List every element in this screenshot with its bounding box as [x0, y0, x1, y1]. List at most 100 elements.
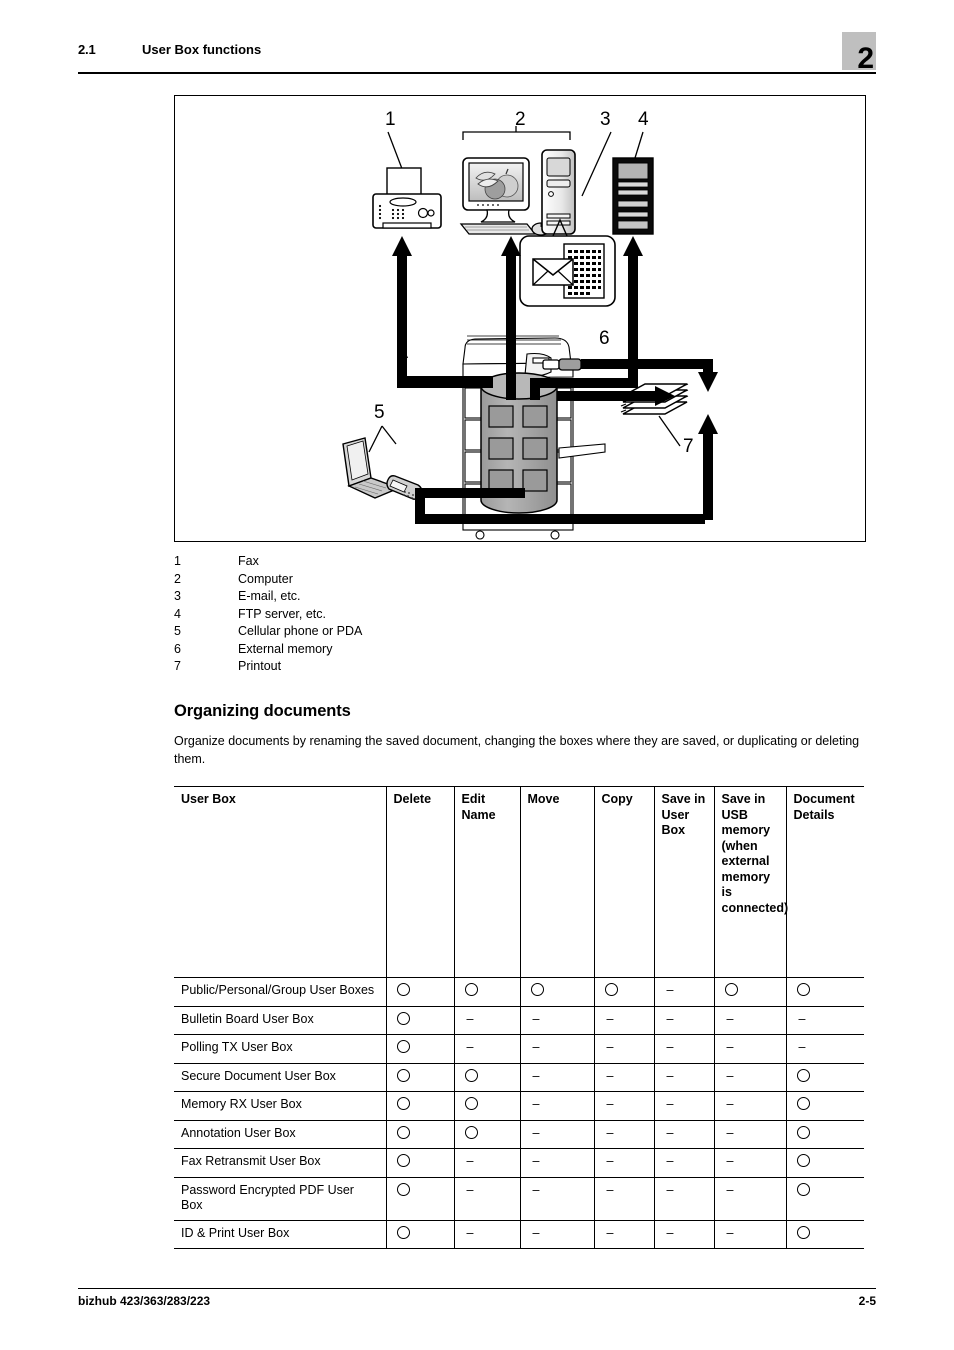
table-cell-mark: –	[653, 1176, 714, 1221]
table-cell-mark	[385, 977, 454, 1007]
table-cell-mark	[519, 977, 594, 1007]
table-cell-mark: –	[453, 1176, 520, 1221]
callout-number-6: 6	[599, 328, 610, 349]
not-supported-dash-icon: –	[532, 1097, 540, 1111]
table-cell-mark: –	[593, 1219, 654, 1249]
supported-circle-icon	[796, 1154, 810, 1167]
not-supported-dash-icon: –	[606, 1182, 614, 1197]
table-cell-mark	[713, 977, 786, 1007]
table-cell-mark: –	[713, 1005, 786, 1035]
table-cell-mark	[385, 1119, 454, 1149]
supported-circle-icon	[464, 1125, 478, 1139]
not-supported-dash-icon: –	[726, 1040, 734, 1054]
not-supported-dash-icon: –	[466, 1011, 474, 1026]
table-cell-mark	[385, 1005, 454, 1035]
table-cell-mark	[453, 1062, 520, 1092]
table-row: Fax Retransmit User Box – – – – –	[174, 1148, 864, 1178]
legend-item: 6 External memory	[174, 642, 674, 660]
callout-number-4: 4	[638, 109, 649, 130]
supported-circle-icon	[724, 983, 738, 996]
table-cell-mark: –	[453, 1219, 520, 1249]
table-cell-mark: –	[519, 1148, 594, 1178]
legend-label: Printout	[238, 659, 282, 673]
fax-machine-icon	[372, 167, 442, 229]
table-row: Polling TX User Box – – – – – –	[174, 1034, 864, 1064]
table-cell-mark: –	[713, 1062, 786, 1092]
not-supported-dash-icon: –	[466, 1154, 474, 1168]
not-supported-dash-icon: –	[532, 1154, 540, 1168]
table-cell-mark: –	[785, 1034, 864, 1064]
supported-circle-icon	[796, 1182, 810, 1196]
supported-circle-icon	[396, 1068, 410, 1082]
table-cell-mark: –	[519, 1062, 594, 1092]
table-cell-mark: –	[519, 1091, 594, 1121]
column-header-save-in-user-box: Save in User Box	[653, 786, 714, 978]
not-supported-dash-icon: –	[666, 1125, 674, 1140]
supported-circle-icon	[796, 1125, 810, 1139]
table-header-row: User Box Delete Edit Name Move Copy Save…	[174, 786, 864, 978]
page-footer: bizhub 423/363/283/223 2-5	[78, 1288, 876, 1318]
table-cell-mark	[593, 977, 654, 1007]
not-supported-dash-icon: –	[532, 1011, 540, 1026]
column-header-edit-name: Edit Name	[453, 786, 520, 978]
table-cell-mark: –	[519, 1005, 594, 1035]
not-supported-dash-icon: –	[726, 1125, 734, 1140]
supported-circle-icon	[796, 1068, 810, 1082]
supported-circle-icon	[396, 1225, 410, 1239]
table-cell-mark: –	[453, 1005, 520, 1035]
leader-4	[634, 131, 644, 159]
chapter-tab: 2	[842, 32, 876, 74]
supported-circle-icon	[396, 1097, 410, 1110]
not-supported-dash-icon: –	[606, 1125, 614, 1140]
supported-circle-icon	[530, 983, 544, 996]
supported-circle-icon	[396, 983, 410, 996]
legend-label: Fax	[238, 554, 259, 568]
table-row: Secure Document User Box – – – –	[174, 1062, 864, 1092]
not-supported-dash-icon: –	[532, 1068, 540, 1083]
legend-number: 6	[174, 641, 181, 656]
not-supported-dash-icon: –	[532, 1182, 540, 1197]
not-supported-dash-icon: –	[726, 1154, 734, 1168]
not-supported-dash-icon: –	[666, 1068, 674, 1083]
table-row: Public/Personal/Group User Boxes –	[174, 977, 864, 1007]
usb-memory-icon	[542, 358, 582, 371]
not-supported-dash-icon: –	[606, 1225, 614, 1240]
chapter-tab-number: 2	[857, 42, 874, 75]
column-header-save-in-usb-memory: Save in USB memory (when external memory…	[713, 786, 788, 978]
table-cell-mark: –	[653, 1005, 714, 1035]
table-cell-mark: –	[713, 1219, 786, 1249]
not-supported-dash-icon: –	[726, 1097, 734, 1111]
legend-label: Computer	[238, 571, 293, 586]
table-cell-user-box-name: Memory RX User Box	[174, 1091, 386, 1121]
table-cell-mark: –	[593, 1062, 654, 1092]
table-cell-mark	[785, 1119, 864, 1149]
supported-circle-icon	[396, 1182, 410, 1196]
column-header-user-box: User Box	[174, 786, 386, 978]
callout-number-1: 1	[385, 109, 396, 130]
table-cell-mark: –	[653, 1062, 714, 1092]
column-header-delete: Delete	[385, 786, 454, 978]
table-row: Annotation User Box – – – –	[174, 1119, 864, 1149]
table-cell-mark: –	[593, 1119, 654, 1149]
not-supported-dash-icon: –	[532, 1040, 540, 1054]
header-section-title: User Box functions	[142, 42, 262, 57]
table-cell-mark	[385, 1176, 454, 1221]
legend-item: 1 Fax	[174, 554, 674, 572]
supported-circle-icon	[396, 1125, 410, 1139]
table-row: Bulletin Board User Box – – – – – –	[174, 1005, 864, 1035]
table-row: Password Encrypted PDF User Box – – – – –	[174, 1176, 864, 1221]
table-cell-mark: –	[453, 1148, 520, 1178]
not-supported-dash-icon: –	[726, 1068, 734, 1083]
table-cell-mark: –	[519, 1034, 594, 1064]
table-cell-mark: –	[653, 1119, 714, 1149]
legend-item: 2 Computer	[174, 572, 674, 590]
supported-circle-icon	[396, 1011, 410, 1025]
not-supported-dash-icon: –	[726, 1011, 734, 1026]
table-cell-user-box-name: Password Encrypted PDF User Box	[174, 1176, 386, 1221]
legend-item: 7 Printout	[174, 659, 674, 677]
table-cell-mark: –	[653, 1219, 714, 1249]
callout-number-5: 5	[374, 402, 385, 423]
table-cell-mark: –	[519, 1119, 594, 1149]
not-supported-dash-icon: –	[466, 1225, 474, 1240]
table-cell-mark	[385, 1091, 454, 1121]
